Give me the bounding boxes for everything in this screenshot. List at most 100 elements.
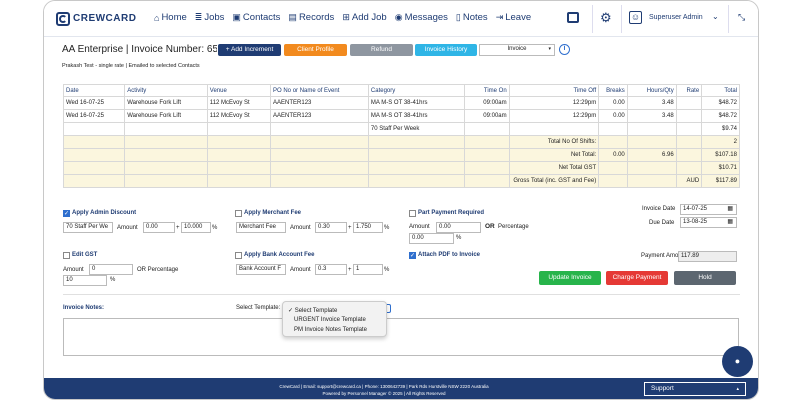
admin-discount-amount-input[interactable]: 0.00 (143, 222, 175, 233)
merchant-fee-label: Apply Merchant Fee (244, 210, 302, 216)
dropdown-option[interactable]: URGENT Invoice Template (294, 317, 366, 323)
column-header: Rate (675, 84, 703, 97)
invoice-notes-textarea[interactable] (63, 318, 739, 356)
admin-discount-checkbox[interactable] (63, 210, 70, 217)
nav-item-messages[interactable]: ◉ Messages (395, 12, 448, 23)
nav-item-notes[interactable]: ▯ Notes (456, 12, 488, 23)
table-row[interactable]: Wed 16-07-25 Warehouse Fork Lift 112 McEvo… (62, 109, 740, 123)
document-icon: ▯ (455, 12, 461, 22)
attach-pdf-checkbox[interactable] (409, 252, 416, 259)
nav-item-leave[interactable]: ⇥ Leave (496, 12, 531, 23)
chat-icon: ◉ (394, 12, 403, 22)
column-header: Hours/Qty (626, 84, 677, 97)
plus-square-icon: ⊞ (342, 12, 350, 22)
nav-item-jobs[interactable]: ≣ Jobs (195, 12, 225, 23)
doc-type-select[interactable]: Invoice ▾ (479, 44, 555, 56)
payment-amount-input[interactable]: 117.89 (678, 251, 737, 262)
nav-menu: ⌂ Home ≣ Jobs ▣ Contacts ▤ Records ⊞ Add Job … (154, 12, 531, 23)
edit-gst-checkbox[interactable] (63, 252, 70, 259)
hold-button[interactable]: Hold (674, 271, 736, 285)
invoice-subline: Prakash Test - single rate | Emailed to … (62, 63, 200, 69)
records-icon: ▤ (288, 12, 297, 22)
bank-fee-amount-input[interactable]: 0.3 (315, 264, 347, 275)
support-dropdown[interactable]: Support ▴ (644, 382, 746, 396)
column-header: Time On (463, 84, 510, 97)
part-payment-checkbox[interactable] (409, 210, 416, 217)
table-row[interactable]: 70 Staff Per Week $9.74 (62, 122, 740, 136)
totals-row: Gross Total (inc. GST and Fee) AUD $117.89 (62, 174, 740, 188)
user-name[interactable]: Superuser Admin (649, 14, 703, 21)
admin-discount-select[interactable]: 70 Staff Per We (63, 222, 113, 233)
add-increment-button[interactable]: + Add Increment (218, 44, 281, 56)
column-header: Category (367, 84, 465, 97)
dropdown-arrow-icon: ▾ (548, 46, 551, 52)
charge-payment-button[interactable]: Charge Payment (606, 271, 668, 285)
totals-row: Total No Of Shifts: 2 (62, 135, 740, 149)
nav-item-home[interactable]: ⌂ Home (154, 12, 187, 23)
top-nav: CREWCARD ⌂ Home ≣ Jobs ▣ Contacts ▤ Records … (44, 1, 758, 37)
gear-icon[interactable]: ⚙ (600, 10, 612, 26)
crewcard-logo-icon (56, 12, 70, 26)
merchant-fee-percent-input[interactable]: 1.750 (353, 222, 383, 233)
column-header: Breaks (598, 84, 628, 97)
collapse-arrows-icon[interactable]: ⤡ (738, 12, 745, 23)
info-icon[interactable]: i (559, 44, 570, 55)
dropdown-option[interactable]: ✓ Select Template (288, 307, 337, 314)
leave-icon: ⇥ (495, 12, 504, 22)
bank-fee-checkbox[interactable] (235, 252, 242, 259)
column-header: Total (701, 84, 740, 97)
merchant-fee-select[interactable]: Merchant Fee (236, 222, 286, 233)
invoice-date-input[interactable]: 14-07-25 ▦ (680, 204, 737, 215)
column-header: Time Off (508, 84, 600, 97)
update-invoice-button[interactable]: Update Invoice (539, 271, 601, 285)
logo-text[interactable]: CREWCARD (73, 13, 136, 24)
part-payment-label: Part Payment Required (418, 210, 485, 216)
gst-amount-input[interactable]: 0 (89, 264, 133, 275)
bank-fee-percent-input[interactable]: 1 (353, 264, 383, 275)
calendar-icon: ▦ (727, 206, 733, 212)
merchant-fee-checkbox[interactable] (235, 210, 242, 217)
select-template-label: Select Template: (236, 305, 281, 311)
list-icon: ≣ (194, 12, 203, 22)
divider (63, 294, 740, 295)
display-icon[interactable] (567, 12, 579, 23)
dropdown-arrow-icon: ▴ (736, 386, 739, 392)
part-payment-amount-input[interactable]: 0.00 (436, 222, 481, 233)
due-date-input[interactable]: 13-08-25 ▦ (680, 217, 737, 228)
nav-item-contacts[interactable]: ▣ Contacts (232, 12, 280, 23)
invoice-lines-table: Date Activity Venue PO No or Name of Eve… (62, 84, 740, 188)
refund-button[interactable]: Refund (350, 44, 413, 56)
invoice-history-button[interactable]: Invoice History (415, 44, 477, 56)
part-payment-percent-input[interactable]: 0.00 (409, 233, 454, 244)
totals-row: Net Total GST $10.71 (62, 161, 740, 175)
divider (621, 5, 622, 33)
home-icon: ⌂ (154, 12, 160, 23)
page-title: AA Enterprise | Invoice Number: 6596-I (62, 44, 217, 55)
user-avatar-icon[interactable]: ☺ (629, 11, 642, 24)
column-header: Venue (206, 84, 272, 97)
column-header: PO No or Name of Event (270, 84, 369, 97)
column-header: Date (62, 84, 126, 97)
table-header-row: Date Activity Venue PO No or Name of Eve… (62, 84, 740, 97)
chat-bubble-icon[interactable]: ● (722, 346, 753, 377)
column-header: Activity (124, 84, 208, 97)
template-dropdown-menu: ✓ Select Template URGENT Invoice Templat… (282, 301, 387, 337)
merchant-fee-amount-input[interactable]: 0.30 (315, 222, 347, 233)
edit-gst-label: Edit GST (72, 252, 98, 258)
client-profile-button[interactable]: Client Profile (284, 44, 347, 56)
footer: CrewCard | Email: support@crewcard.ca | … (44, 378, 758, 399)
divider (592, 5, 593, 33)
table-row[interactable]: Wed 16-07-25 Warehouse Fork Lift 112 McEvo… (62, 96, 740, 110)
admin-discount-percent-input[interactable]: 10.000 (181, 222, 211, 233)
nav-item-records[interactable]: ▤ Records (288, 12, 334, 23)
footer-copyright: Powered by Personnel Manager © 2025 | Al… (322, 391, 446, 396)
bank-fee-select[interactable]: Bank Account F (236, 264, 286, 275)
chevron-down-icon[interactable]: ⌄ (712, 12, 719, 21)
app-window: CREWCARD ⌂ Home ≣ Jobs ▣ Contacts ▤ Records … (43, 0, 759, 400)
calendar-icon: ▦ (727, 219, 733, 225)
nav-item-add-job[interactable]: ⊞ Add Job (342, 12, 386, 23)
gst-percent-input[interactable]: 10 (63, 275, 107, 286)
divider (728, 5, 729, 33)
admin-discount-label: Apply Admin Discount (72, 210, 137, 216)
dropdown-option[interactable]: PM Invoice Notes Template (294, 327, 367, 333)
